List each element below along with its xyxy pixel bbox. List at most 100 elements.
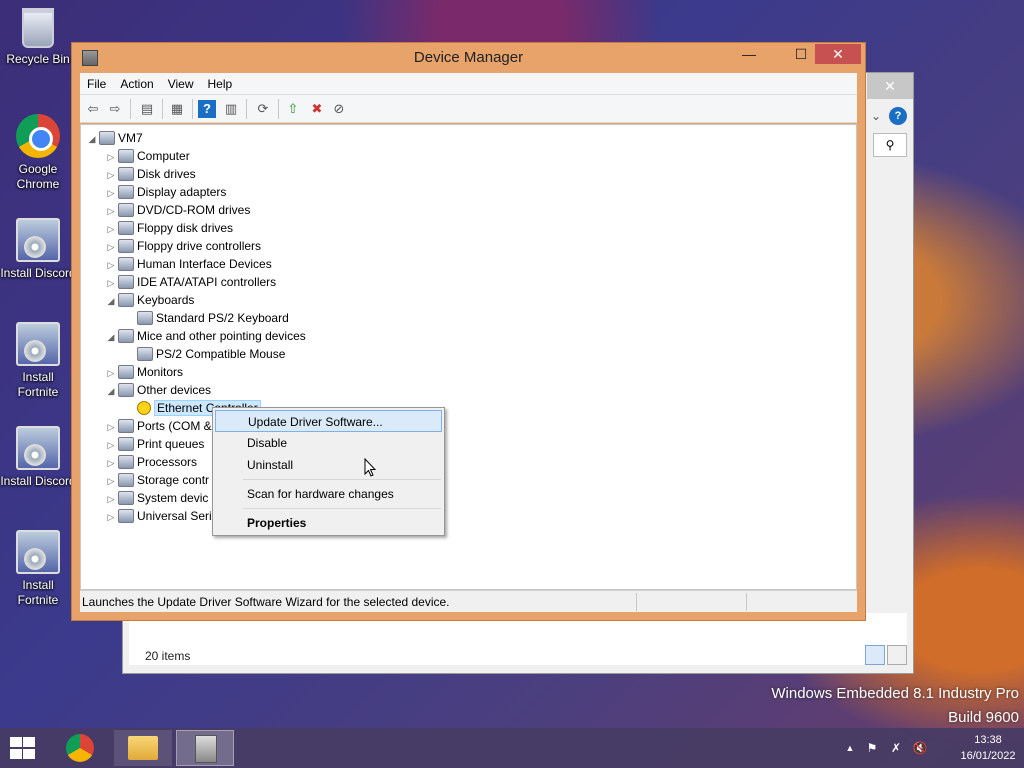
taskbar-app-device-manager[interactable] bbox=[176, 730, 234, 766]
expand-toggle-icon[interactable]: ▷ bbox=[104, 256, 118, 274]
menu-help[interactable]: Help bbox=[201, 73, 240, 95]
tree-node-label: IDE ATA/ATAPI controllers bbox=[137, 275, 277, 289]
ide-controller-icon bbox=[118, 275, 134, 289]
tree-node-label: Disk drives bbox=[137, 167, 196, 181]
expand-toggle-icon[interactable]: ▷ bbox=[104, 454, 118, 472]
taskbar-clock[interactable]: 13:38 16/01/2022 bbox=[958, 732, 1018, 764]
maximize-button[interactable]: ☐ bbox=[787, 44, 815, 64]
floppy-drive-icon bbox=[118, 221, 134, 235]
expand-toggle-icon[interactable]: ◢ bbox=[85, 130, 99, 148]
tree-node-display-adapters[interactable]: ▷ Display adapters bbox=[104, 183, 226, 201]
expand-toggle-icon[interactable]: ▷ bbox=[104, 418, 118, 436]
desktop-icon-install-fortnite[interactable]: Install Fortnite bbox=[0, 530, 78, 608]
clock-time: 13:38 bbox=[974, 734, 1002, 746]
toolbar: ⇦ ⇨ ▤ ▦ ? ▥ ⟳ ⇧ ✖ ⊘ bbox=[80, 95, 857, 123]
tree-node-ide-controllers[interactable]: ▷ IDE ATA/ATAPI controllers bbox=[104, 273, 276, 291]
details-view-icon[interactable] bbox=[865, 645, 885, 665]
menu-item-disable[interactable]: Disable bbox=[215, 432, 442, 454]
expand-toggle-icon[interactable]: ◢ bbox=[104, 292, 118, 310]
network-icon[interactable]: ✗ bbox=[888, 740, 904, 756]
tree-node-floppy-drive-controllers[interactable]: ▷ Floppy drive controllers bbox=[104, 237, 261, 255]
show-hidden-icons-icon[interactable]: ▲ bbox=[842, 740, 858, 756]
hid-icon bbox=[118, 257, 134, 271]
menu-action[interactable]: Action bbox=[113, 73, 160, 95]
tree-node-floppy-disk-drives[interactable]: ▷ Floppy disk drives bbox=[104, 219, 233, 237]
tree-node-human-interface-devices[interactable]: ▷ Human Interface Devices bbox=[104, 255, 272, 273]
expand-toggle-icon[interactable]: ▷ bbox=[104, 148, 118, 166]
forward-icon[interactable]: ⇨ bbox=[106, 100, 124, 118]
taskbar-app-file-explorer[interactable] bbox=[114, 730, 172, 766]
menu-item-properties[interactable]: Properties bbox=[215, 512, 442, 534]
desktop-icon-install-fortnite[interactable]: Install Fortnite bbox=[0, 322, 78, 400]
desktop-icon-label: Install Discord bbox=[0, 474, 76, 488]
desktop-icon-google-chrome[interactable]: Google Chrome bbox=[0, 114, 78, 192]
tree-node-monitors[interactable]: ▷ Monitors bbox=[104, 363, 183, 381]
expand-toggle-icon[interactable]: ▷ bbox=[104, 472, 118, 490]
expand-toggle-icon[interactable]: ▷ bbox=[104, 184, 118, 202]
update-driver-icon[interactable]: ⇧ bbox=[284, 100, 302, 118]
tree-node-other-devices[interactable]: ◢ Other devices bbox=[104, 381, 211, 399]
menu-item-uninstall[interactable]: Uninstall bbox=[215, 454, 442, 476]
expand-toggle-icon[interactable]: ▷ bbox=[104, 436, 118, 454]
tree-node-dvd-cd-rom-drives[interactable]: ▷ DVD/CD-ROM drives bbox=[104, 201, 250, 219]
desktop-icon-install-discord[interactable]: Install Discord bbox=[0, 426, 78, 489]
expand-toggle-icon[interactable]: ▷ bbox=[104, 364, 118, 382]
floppy-controller-icon bbox=[118, 239, 134, 253]
properties-icon[interactable]: ▤ bbox=[138, 100, 156, 118]
tree-node-standard-ps2-keyboard[interactable]: Standard PS/2 Keyboard bbox=[123, 309, 289, 327]
windows-edition-watermark: Windows Embedded 8.1 Industry Pro bbox=[771, 685, 1019, 702]
taskbar-app-chrome[interactable] bbox=[52, 730, 110, 766]
expand-toggle-icon[interactable]: ◢ bbox=[104, 382, 118, 400]
menu-item-scan-for-hardware-changes[interactable]: Scan for hardware changes bbox=[215, 483, 442, 505]
tree-node-computer[interactable]: ▷ Computer bbox=[104, 147, 190, 165]
tree-node-vm7[interactable]: ◢ VM7 bbox=[85, 129, 143, 147]
expand-toggle-icon[interactable]: ◢ bbox=[104, 328, 118, 346]
menu-view[interactable]: View bbox=[161, 73, 201, 95]
tree-node-usb-controllers[interactable]: ▷ Universal Seri bbox=[104, 507, 212, 525]
expand-toggle-icon[interactable]: ▷ bbox=[104, 166, 118, 184]
view-icon[interactable]: ▥ bbox=[222, 100, 240, 118]
device-manager-window[interactable]: Device Manager — ☐ ✕ File Action View Help … bbox=[71, 42, 866, 621]
close-icon[interactable]: ✕ bbox=[867, 73, 913, 99]
expand-toggle-icon[interactable]: ▷ bbox=[104, 238, 118, 256]
expand-toggle-icon[interactable]: ▷ bbox=[104, 274, 118, 292]
start-button[interactable] bbox=[8, 736, 36, 760]
disable-icon[interactable]: ⊘ bbox=[330, 100, 348, 118]
scan-hardware-icon[interactable]: ⟳ bbox=[254, 100, 272, 118]
tree-node-processors[interactable]: ▷ Processors bbox=[104, 453, 197, 471]
status-bar: Launches the Update Driver Software Wiza… bbox=[80, 590, 857, 612]
search-icon[interactable]: ⚲ bbox=[873, 133, 907, 157]
expand-toggle-icon[interactable]: ▷ bbox=[104, 490, 118, 508]
help-icon[interactable]: ? bbox=[889, 107, 907, 125]
show-hidden-icon[interactable]: ▦ bbox=[168, 100, 186, 118]
taskbar: ▲ ⚑ ✗ 🔇 13:38 16/01/2022 bbox=[0, 728, 1024, 768]
chevron-down-icon[interactable]: ⌄ bbox=[871, 109, 881, 123]
back-icon[interactable]: ⇦ bbox=[84, 100, 102, 118]
desktop-icon-install-discord[interactable]: Install Discord bbox=[0, 218, 78, 281]
menu-item-update-driver-software[interactable]: Update Driver Software... bbox=[215, 410, 442, 432]
volume-muted-icon[interactable]: 🔇 bbox=[912, 740, 928, 756]
minimize-button[interactable]: — bbox=[735, 44, 763, 64]
tree-node-label: Print queues bbox=[137, 437, 205, 451]
tree-node-system-devices[interactable]: ▷ System devic bbox=[104, 489, 208, 507]
device-tree[interactable]: ◢ VM7 ▷ Computer ▷ Disk drives ▷ Display ada… bbox=[80, 124, 857, 590]
disk-drive-icon bbox=[118, 167, 134, 181]
expand-toggle-icon[interactable]: ▷ bbox=[104, 202, 118, 220]
tree-node-storage-controllers[interactable]: ▷ Storage contr bbox=[104, 471, 209, 489]
tree-node-mice[interactable]: ◢ Mice and other pointing devices bbox=[104, 327, 306, 345]
tree-node-keyboards[interactable]: ◢ Keyboards bbox=[104, 291, 194, 309]
help-icon[interactable]: ? bbox=[198, 100, 216, 118]
tree-node-ps2-mouse[interactable]: PS/2 Compatible Mouse bbox=[123, 345, 285, 363]
tree-node-print-queues[interactable]: ▷ Print queues bbox=[104, 435, 204, 453]
desktop-icon-recycle-bin[interactable]: Recycle Bin bbox=[0, 8, 78, 67]
tree-node-disk-drives[interactable]: ▷ Disk drives bbox=[104, 165, 196, 183]
expand-toggle-icon[interactable]: ▷ bbox=[104, 220, 118, 238]
large-icons-view-icon[interactable] bbox=[887, 645, 907, 665]
tree-node-ports[interactable]: ▷ Ports (COM & bbox=[104, 417, 212, 435]
action-center-flag-icon[interactable]: ⚑ bbox=[864, 740, 880, 756]
close-button[interactable]: ✕ bbox=[815, 44, 861, 64]
uninstall-icon[interactable]: ✖ bbox=[308, 100, 326, 118]
menu-file[interactable]: File bbox=[80, 73, 113, 95]
recycle-bin-icon bbox=[22, 8, 54, 48]
expand-toggle-icon[interactable]: ▷ bbox=[104, 508, 118, 526]
